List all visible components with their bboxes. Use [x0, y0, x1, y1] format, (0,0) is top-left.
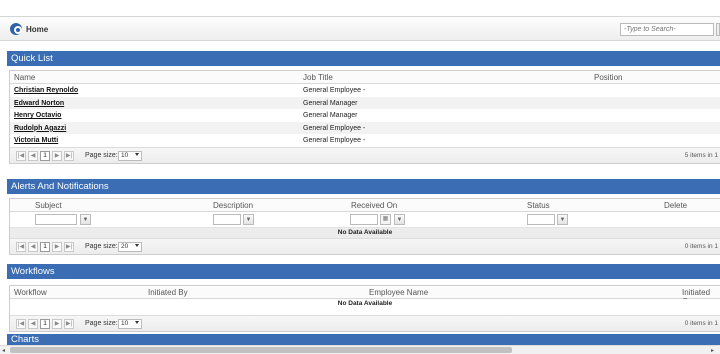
workflows-header[interactable]: Workflows	[7, 264, 720, 279]
employee-name-link[interactable]: Henry Octavio	[14, 112, 61, 119]
pager-info: 0 items in 1	[684, 320, 718, 327]
column-header-employee-name[interactable]: Employee Name	[369, 288, 428, 297]
top-bar: Home	[0, 16, 720, 41]
filter-icon[interactable]: ▼	[394, 214, 405, 225]
page-number[interactable]: 1	[40, 242, 50, 252]
chevron-down-icon[interactable]	[135, 321, 139, 324]
chevron-down-icon[interactable]	[135, 152, 139, 156]
home-link[interactable]: Home	[26, 25, 48, 34]
no-data-message: No Data Available	[10, 299, 720, 309]
status-filter-input[interactable]	[527, 214, 555, 225]
filter-icon[interactable]: ▼	[243, 214, 254, 225]
scroll-right-icon[interactable]: ▸	[711, 347, 714, 354]
next-page-button[interactable]: ▶	[52, 319, 62, 329]
prev-page-button[interactable]: ◀	[28, 242, 38, 252]
job-title-cell: General Employee -	[303, 137, 366, 145]
subject-filter-input[interactable]	[35, 214, 77, 225]
column-header-subject[interactable]: Subject	[35, 201, 62, 210]
alerts-column-headers: Subject Description Received On Status D…	[10, 199, 720, 212]
quick-list-header[interactable]: Quick List	[7, 51, 720, 66]
first-page-button[interactable]: |◀	[16, 150, 26, 161]
job-title-cell: General Manager	[303, 112, 358, 120]
description-filter-input[interactable]	[213, 214, 241, 225]
last-page-button[interactable]: ▶|	[64, 242, 74, 252]
chevron-down-icon[interactable]	[135, 244, 139, 247]
next-page-button[interactable]: ▶	[52, 150, 62, 161]
prev-page-button[interactable]: ◀	[28, 319, 38, 329]
job-title-cell: General Manager	[303, 99, 358, 107]
workflows-grid: Workflow Initiated By Employee Name Init…	[9, 285, 720, 332]
job-title-cell: General Employee -	[303, 87, 366, 94]
page-number[interactable]: 1	[40, 319, 50, 329]
no-data-message: No Data Available	[10, 228, 720, 238]
filter-icon[interactable]: ▼	[80, 214, 91, 225]
pager-info: 5 items in 1	[684, 151, 718, 159]
table-row: Henry Octavio General Manager	[10, 109, 720, 122]
first-page-button[interactable]: |◀	[16, 319, 26, 329]
last-page-button[interactable]: ▶|	[64, 150, 74, 161]
last-page-button[interactable]: ▶|	[64, 319, 74, 329]
employee-name-link[interactable]: Rudolph Agazzi	[14, 125, 66, 132]
column-header-received-on[interactable]: Received On	[351, 201, 397, 210]
table-row: Edward Norton General Manager	[10, 96, 720, 110]
column-header-workflow[interactable]: Workflow	[14, 288, 47, 297]
home-icon[interactable]	[10, 23, 22, 35]
first-page-button[interactable]: |◀	[16, 242, 26, 252]
column-header-delete[interactable]: Delete	[664, 201, 687, 210]
charts-header[interactable]: Charts	[7, 334, 720, 345]
column-header-status[interactable]: Status	[527, 201, 550, 210]
quick-list-column-headers: Name Job Title Position	[10, 71, 720, 84]
received-on-filter-input[interactable]	[350, 214, 378, 225]
table-row: Christian Reynoldo General Employee -	[10, 84, 720, 97]
page-number[interactable]: 1	[40, 150, 50, 161]
search-input[interactable]	[620, 23, 714, 36]
workflows-pager: |◀ ◀ 1 ▶ ▶| Page size: 10 0 items in 1	[10, 315, 720, 331]
calendar-icon[interactable]: ▦	[380, 214, 391, 225]
pager-info: 0 items in 1	[684, 243, 718, 250]
scroll-left-icon[interactable]: ◂	[2, 347, 5, 354]
column-header-initiated-by[interactable]: Initiated By	[148, 288, 188, 297]
page-size-label: Page size:	[85, 243, 118, 250]
employee-name-link[interactable]: Christian Reynoldo	[14, 87, 78, 94]
scrollbar-thumb[interactable]	[10, 347, 512, 353]
prev-page-button[interactable]: ◀	[28, 150, 38, 161]
employee-name-link[interactable]: Edward Norton	[14, 100, 64, 107]
horizontal-scrollbar[interactable]: ◂ ▸	[0, 345, 720, 354]
table-row: Victoria Mutti General Employee -	[10, 134, 720, 147]
quick-list-pager: |◀ ◀ 1 ▶ ▶| Page size: 10 5 items in 1	[10, 146, 720, 163]
employee-name-link[interactable]: Victoria Mutti	[14, 137, 58, 144]
next-page-button[interactable]: ▶	[52, 242, 62, 252]
job-title-cell: General Employee -	[303, 124, 366, 132]
search-button[interactable]	[716, 23, 720, 36]
column-header-description[interactable]: Description	[213, 201, 253, 210]
alerts-header[interactable]: Alerts And Notifications	[7, 179, 720, 194]
alerts-grid: Subject Description Received On Status D…	[9, 198, 720, 255]
filter-icon[interactable]: ▼	[557, 214, 568, 225]
workflows-column-headers: Workflow Initiated By Employee Name Init…	[10, 286, 720, 306]
alerts-pager: |◀ ◀ 1 ▶ ▶| Page size: 20 0 items in 1	[10, 238, 720, 254]
table-row: Rudolph Agazzi General Employee -	[10, 121, 720, 135]
page-size-label: Page size:	[85, 320, 118, 327]
column-header-job-title[interactable]: Job Title	[303, 73, 333, 82]
column-header-position[interactable]: Position	[594, 73, 622, 82]
alerts-filter-row: ▼ ▼ ▦ ▼ ▼	[10, 212, 720, 228]
page-size-label: Page size:	[85, 151, 118, 159]
column-header-name[interactable]: Name	[14, 73, 35, 82]
quick-list-grid: Name Job Title Position Christian Reynol…	[9, 70, 720, 164]
